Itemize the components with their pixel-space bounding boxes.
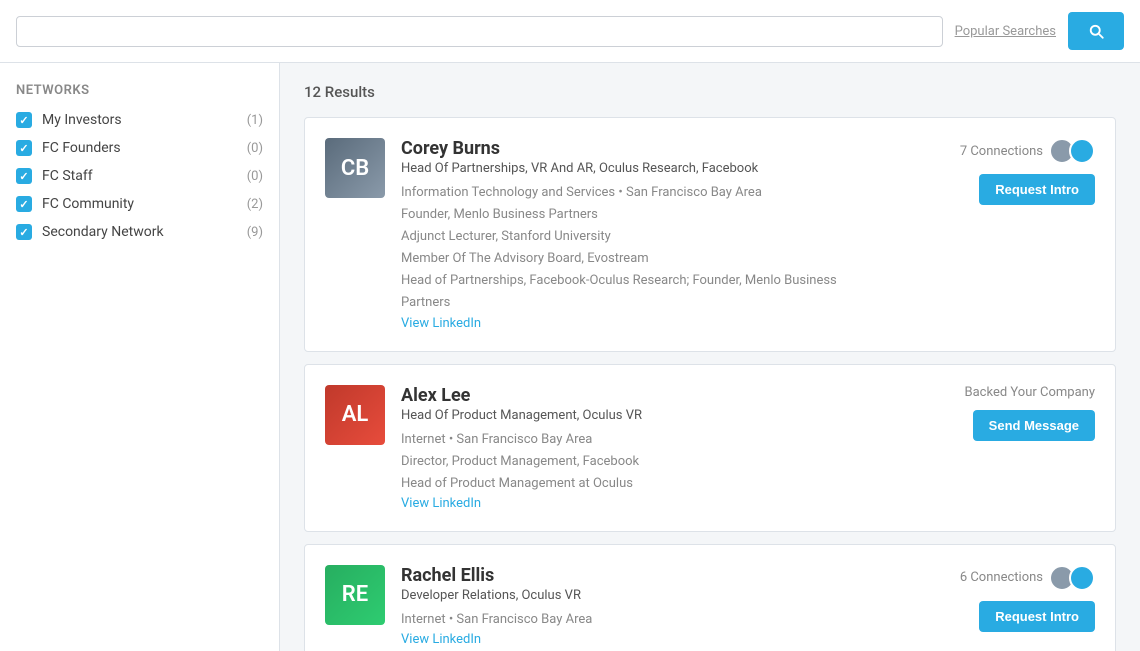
result-title-rachel-ellis: Developer Relations, Oculus VR — [401, 588, 879, 603]
network-label-secondary-network: Secondary Network — [42, 224, 247, 240]
sidebar-item-fc-founders[interactable]: FC Founders (0) — [16, 140, 263, 156]
meta-line: Information Technology and Services • Sa… — [401, 182, 879, 204]
meta-line: Internet • San Francisco Bay Area — [401, 429, 879, 451]
checkbox-fc-staff[interactable] — [16, 168, 32, 184]
result-card-corey-burns: CB Corey Burns Head Of Partnerships, VR … — [304, 117, 1116, 352]
result-name-corey-burns: Corey Burns — [401, 138, 879, 159]
backed-label-alex-lee: Backed Your Company — [965, 385, 1095, 400]
checkbox-my-investors[interactable] — [16, 112, 32, 128]
avatar-initials-corey-burns: CB — [341, 156, 369, 181]
meta-line: Adjunct Lecturer, Stanford University — [401, 226, 879, 248]
result-card-alex-lee: AL Alex Lee Head Of Product Management, … — [304, 364, 1116, 532]
search-icon — [1087, 22, 1105, 40]
network-count-fc-community: (2) — [247, 197, 263, 212]
result-actions-corey-burns: 7 Connections Request Intro — [895, 138, 1095, 205]
sidebar-section-title: Networks — [16, 83, 263, 98]
results-count: 12 Results — [304, 83, 1116, 101]
meta-line: Internet • San Francisco Bay Area — [401, 609, 879, 631]
linkedin-link-alex-lee[interactable]: View LinkedIn — [401, 496, 481, 511]
sidebar-item-secondary-network[interactable]: Secondary Network (9) — [16, 224, 263, 240]
action-button-corey-burns[interactable]: Request Intro — [979, 174, 1095, 205]
search-input[interactable]: oculus — [29, 23, 930, 40]
main-layout: Networks My Investors (1) FC Founders (0… — [0, 63, 1140, 651]
linkedin-link-corey-burns[interactable]: View LinkedIn — [401, 316, 481, 331]
meta-line: Founder, Menlo Business Partners — [401, 204, 879, 226]
sidebar-item-fc-community[interactable]: FC Community (2) — [16, 196, 263, 212]
result-meta-alex-lee: Internet • San Francisco Bay AreaDirecto… — [401, 429, 879, 495]
connection-avatars — [1049, 138, 1095, 164]
mini-avatar — [1069, 138, 1095, 164]
action-button-alex-lee[interactable]: Send Message — [973, 410, 1095, 441]
result-card-rachel-ellis: RE Rachel Ellis Developer Relations, Ocu… — [304, 544, 1116, 651]
network-count-fc-founders: (0) — [247, 141, 263, 156]
meta-line: Head of Partnerships, Facebook-Oculus Re… — [401, 270, 879, 314]
checkbox-secondary-network[interactable] — [16, 224, 32, 240]
network-label-fc-founders: FC Founders — [42, 140, 247, 156]
network-label-my-investors: My Investors — [42, 112, 247, 128]
result-actions-rachel-ellis: 6 Connections Request Intro — [895, 565, 1095, 632]
result-name-alex-lee: Alex Lee — [401, 385, 879, 406]
result-name-rachel-ellis: Rachel Ellis — [401, 565, 879, 586]
sidebar-item-my-investors[interactable]: My Investors (1) — [16, 112, 263, 128]
avatar-initials-alex-lee: AL — [342, 402, 369, 427]
results-panel: 12 Results CB Corey Burns Head Of Partne… — [280, 63, 1140, 651]
popular-searches-link[interactable]: Popular Searches — [955, 24, 1056, 39]
connection-avatars — [1049, 565, 1095, 591]
network-list: My Investors (1) FC Founders (0) FC Staf… — [16, 112, 263, 240]
network-count-secondary-network: (9) — [247, 225, 263, 240]
search-input-wrap: oculus — [16, 16, 943, 47]
result-meta-corey-burns: Information Technology and Services • Sa… — [401, 182, 879, 315]
meta-line: Director, Product Management, Facebook — [401, 451, 879, 473]
mini-avatar — [1069, 565, 1095, 591]
result-title-alex-lee: Head Of Product Management, Oculus VR — [401, 408, 879, 423]
avatar-initials-rachel-ellis: RE — [342, 582, 368, 607]
checkbox-fc-founders[interactable] — [16, 140, 32, 156]
result-body-alex-lee: Alex Lee Head Of Product Management, Ocu… — [401, 385, 879, 511]
avatar-rachel-ellis: RE — [325, 565, 385, 625]
search-button[interactable] — [1068, 12, 1124, 50]
result-meta-rachel-ellis: Internet • San Francisco Bay Area — [401, 609, 879, 631]
action-button-rachel-ellis[interactable]: Request Intro — [979, 601, 1095, 632]
search-bar: oculus Popular Searches — [0, 0, 1140, 63]
meta-line: Head of Product Management at Oculus — [401, 473, 879, 495]
connections-label-rachel-ellis: 6 Connections — [960, 565, 1095, 591]
meta-line: Member Of The Advisory Board, Evostream — [401, 248, 879, 270]
linkedin-link-rachel-ellis[interactable]: View LinkedIn — [401, 632, 481, 647]
result-actions-alex-lee: Backed Your Company Send Message — [895, 385, 1095, 441]
result-title-corey-burns: Head Of Partnerships, VR And AR, Oculus … — [401, 161, 879, 176]
result-body-corey-burns: Corey Burns Head Of Partnerships, VR And… — [401, 138, 879, 331]
avatar-corey-burns: CB — [325, 138, 385, 198]
sidebar-item-fc-staff[interactable]: FC Staff (0) — [16, 168, 263, 184]
network-label-fc-community: FC Community — [42, 196, 247, 212]
avatar-alex-lee: AL — [325, 385, 385, 445]
network-count-fc-staff: (0) — [247, 169, 263, 184]
connections-label-corey-burns: 7 Connections — [960, 138, 1095, 164]
network-count-my-investors: (1) — [247, 113, 263, 128]
network-label-fc-staff: FC Staff — [42, 168, 247, 184]
sidebar: Networks My Investors (1) FC Founders (0… — [0, 63, 280, 651]
result-body-rachel-ellis: Rachel Ellis Developer Relations, Oculus… — [401, 565, 879, 647]
results-list: CB Corey Burns Head Of Partnerships, VR … — [304, 117, 1116, 651]
checkbox-fc-community[interactable] — [16, 196, 32, 212]
